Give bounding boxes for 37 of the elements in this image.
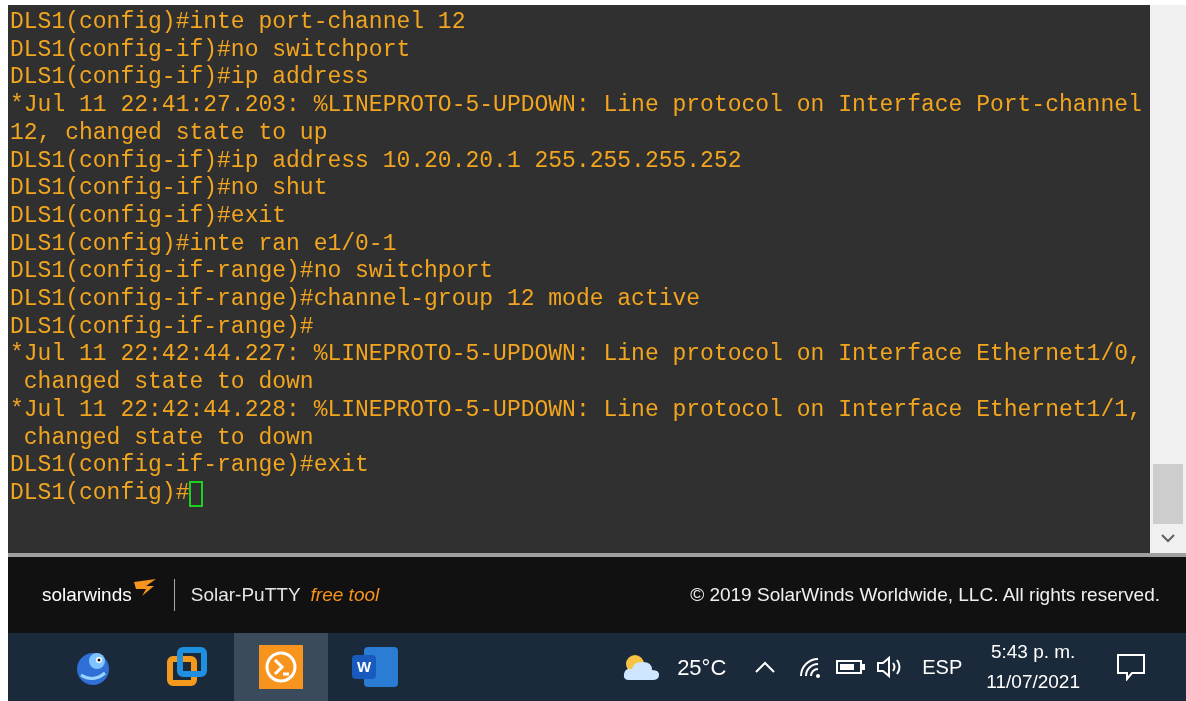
caret-up-icon[interactable] — [754, 660, 777, 674]
terminal-line: DLS1(config-if)#exit — [9, 202, 287, 231]
product-name: Solar-PuTTY — [190, 582, 301, 607]
clock[interactable]: 5:43 p. m. 11/07/2021 — [986, 637, 1080, 697]
temperature-label[interactable]: 25°C — [677, 650, 727, 684]
chevron-down-icon[interactable] — [1161, 534, 1175, 543]
copyright-text: © 2019 SolarWinds Worldwide, LLC. All rights reserved. — [690, 582, 1160, 607]
overlapping-squares-icon — [167, 647, 207, 687]
taskbar-app-button[interactable]: W — [328, 633, 422, 701]
terminal-line: DLS1(config-if)#ip address 10.20.20.1 255.255.255.252 — [9, 147, 742, 176]
terminal-line: DLS1(config-if)#ip address — [9, 64, 369, 93]
terminal-line: DLS1(config-if)#no switchport — [9, 36, 411, 65]
battery-icon[interactable] — [836, 659, 867, 675]
terminal-prompt: DLS1(config)# — [10, 479, 190, 508]
terminal-line: DLS1(config-if-range)#channel-group 12 mode active — [9, 286, 701, 314]
terminal-line: *Jul 11 22:42:44.227: %LINEPROTO-5-UPDOWN: Line protocol on Interface Ethernet1/0, — [9, 341, 1142, 370]
wifi-icon[interactable] — [798, 656, 823, 678]
terminal-line: DLS1(config-if-range)#exit — [9, 452, 369, 480]
notification-icon[interactable] — [1116, 653, 1146, 681]
cursor — [189, 480, 204, 507]
terminal-line: *Jul 11 22:42:44.228: %LINEPROTO-5-UPDOWN: Line protocol on Interface Ethernet1/1, — [9, 396, 1142, 425]
free-tool-label: free tool — [310, 582, 380, 607]
terminal-line: changed state to down — [22, 424, 314, 453]
terminal-line: DLS1(config)#inte port-channel 12 — [9, 9, 466, 37]
taskbar-app-button[interactable] — [234, 633, 328, 701]
terminal-line: *Jul 11 22:41:27.203: %LINEPROTO-5-UPDOWN: Line protocol on Interface Port-channel — [9, 92, 1142, 120]
terminal-line: DLS1(config-if-range)# — [9, 313, 314, 342]
scrollbar[interactable] — [1150, 5, 1186, 557]
brand-logo: solarwinds — [42, 582, 132, 607]
terminal-line: DLS1(config-if-range)#no switchport — [9, 258, 494, 287]
language-indicator[interactable]: ESP — [922, 652, 963, 682]
scrollbar-thumb[interactable] — [1153, 464, 1183, 524]
terminal-line: DLS1(config-if)#no shut — [9, 175, 328, 203]
terminal-line: 12, changed state to up — [9, 119, 328, 148]
terminal-line: changed state to down — [22, 369, 314, 397]
terminal-icon — [259, 645, 303, 689]
terminal-line: DLS1(config)#inte ran e1/0-1 — [9, 230, 397, 259]
